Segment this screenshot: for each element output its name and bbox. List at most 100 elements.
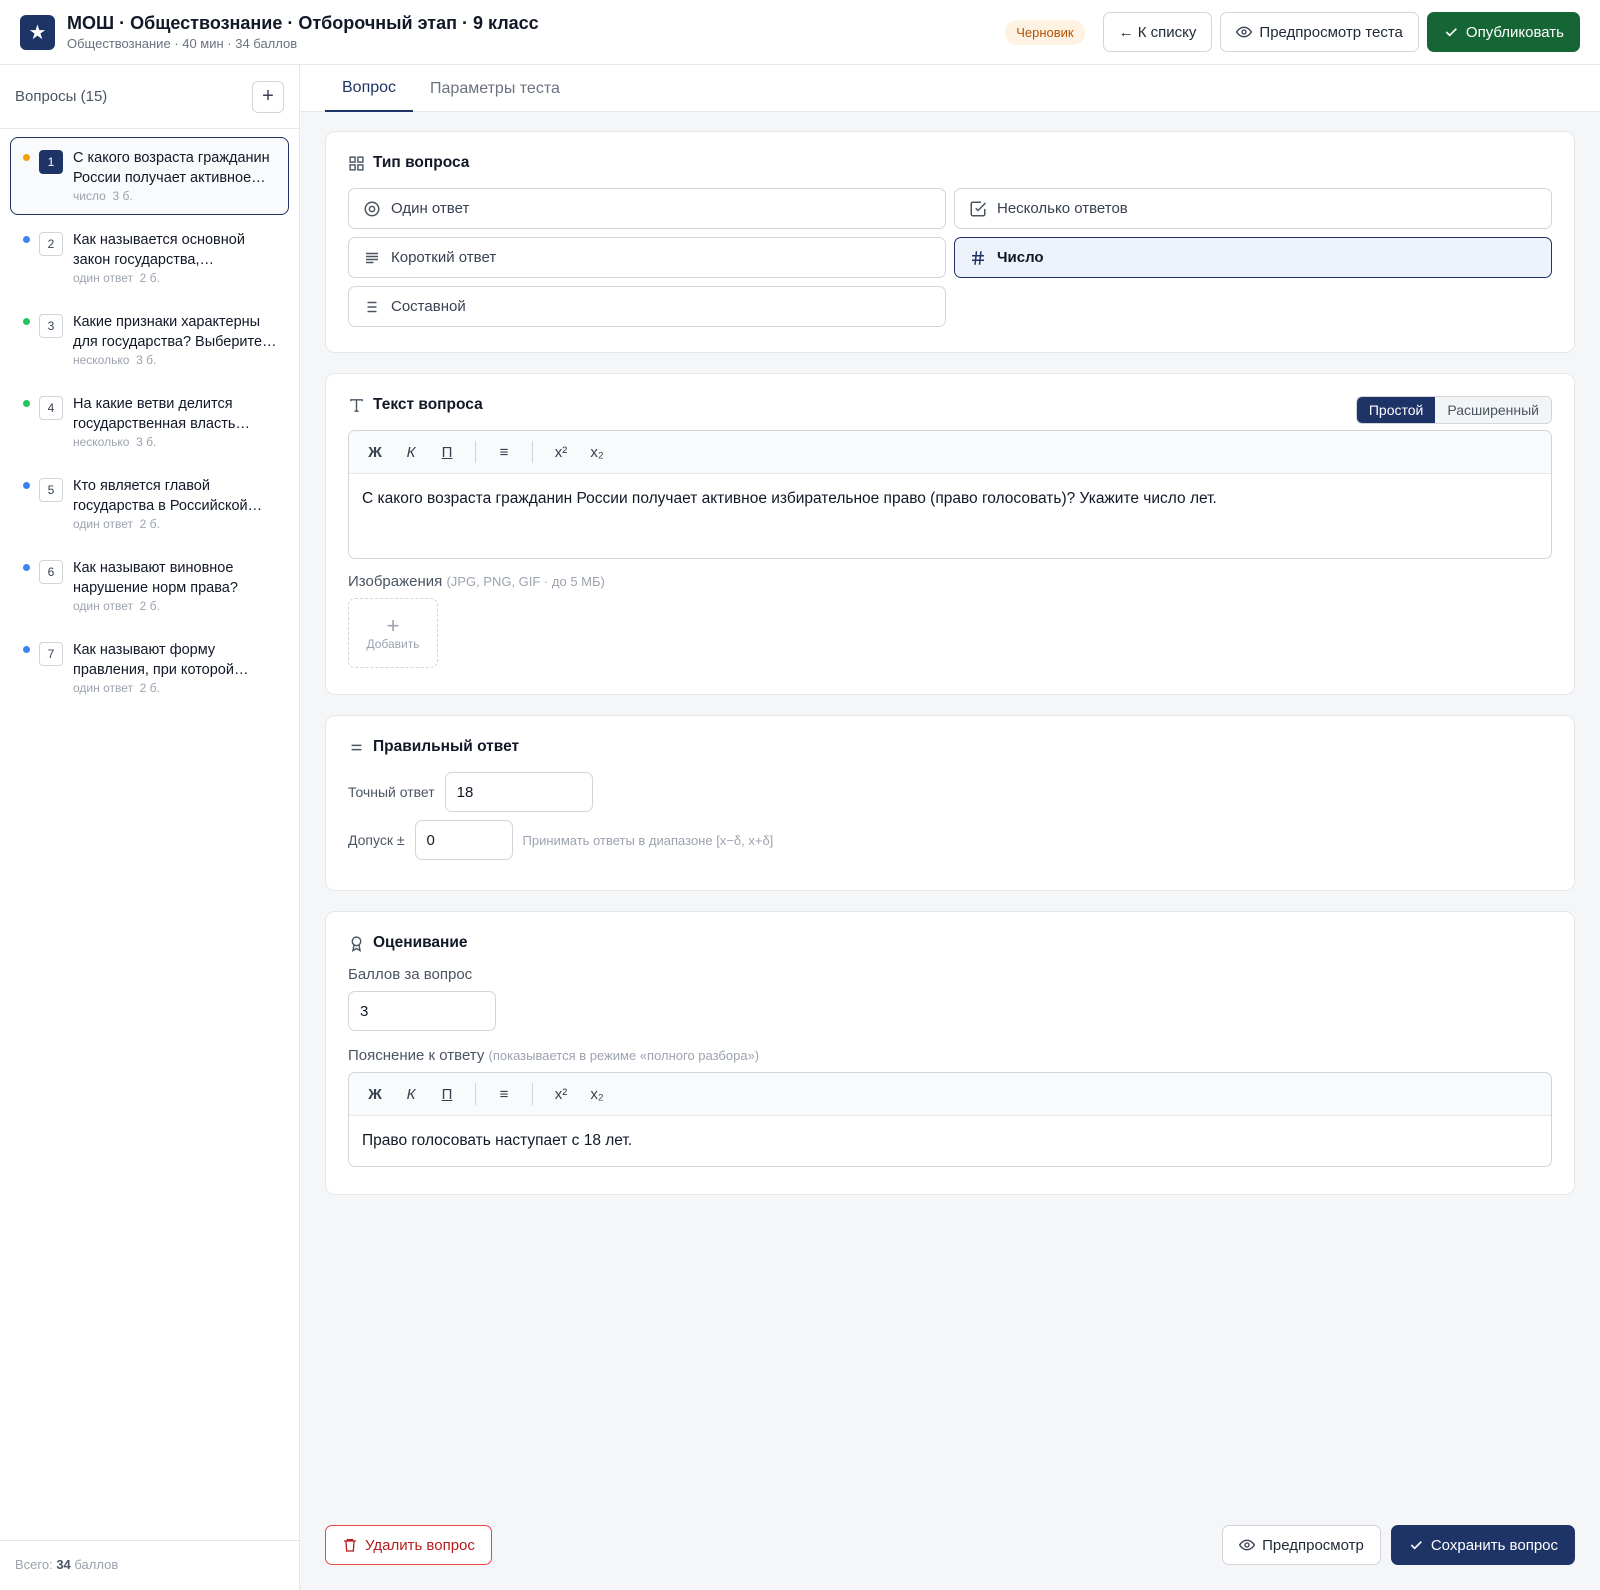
list-button[interactable]: ≡ <box>488 437 520 467</box>
question-type: один ответ <box>73 599 133 613</box>
preview-button[interactable]: Предпросмотр <box>1222 1525 1381 1565</box>
preview-label: Предпросмотр <box>1262 1536 1364 1554</box>
list-item[interactable]: 7 Как называют форму правления, при кото… <box>10 629 289 707</box>
preview-test-button[interactable]: Предпросмотр теста <box>1220 12 1419 52</box>
question-text-input[interactable]: С какого возраста гражданин России получ… <box>349 474 1551 558</box>
list-item[interactable]: 2 Как называется основной закон государс… <box>10 219 289 297</box>
tolerance-input[interactable]: 0 <box>414 820 513 860</box>
preview-test-label: Предпросмотр теста <box>1259 23 1403 41</box>
question-number: 7 <box>39 642 63 666</box>
sidebar-title: Вопросы (15) <box>15 88 108 105</box>
eye-icon <box>1236 26 1253 38</box>
publish-label: Опубликовать <box>1465 23 1564 41</box>
save-question-button[interactable]: Сохранить вопрос <box>1390 1525 1575 1565</box>
exact-answer-input[interactable]: 18 <box>444 772 593 812</box>
delete-question-button[interactable]: Удалить вопрос <box>325 1525 492 1565</box>
checkbox-icon <box>970 201 987 216</box>
list-item[interactable]: 6 Как называют виновное нарушение норм п… <box>10 547 289 625</box>
type-number[interactable]: Число <box>954 237 1552 278</box>
type-short-answer[interactable]: Короткий ответ <box>348 237 946 278</box>
title-block: МОШ · Обществознание · Отборочный этап ·… <box>67 13 1005 51</box>
sidebar-footer: Всего: 34 баллов <box>0 1540 299 1590</box>
type-single-answer[interactable]: Один ответ <box>348 188 946 229</box>
status-dot <box>23 482 30 489</box>
plus-icon: + <box>386 613 400 638</box>
underline-button[interactable]: П <box>431 1079 463 1109</box>
editor-toolbar: Ж К П ≡ x² x₂ <box>349 1073 1551 1116</box>
question-text: Как называется основной закон государств… <box>73 232 245 268</box>
question-points: 2 б. <box>139 271 160 285</box>
question-meta: число 3 б. <box>73 189 278 203</box>
editor-mode-toggle: Простой Расширенный <box>1355 396 1552 424</box>
type-single-label: Один ответ <box>391 200 470 217</box>
publish-button[interactable]: Опубликовать <box>1426 12 1580 52</box>
question-type-title-text: Тип вопроса <box>373 154 470 171</box>
add-image-button[interactable]: + Добавить <box>348 598 438 668</box>
question-type-title: Тип вопроса <box>348 154 1552 172</box>
type-multiple-answers[interactable]: Несколько ответов <box>954 188 1552 229</box>
list-item[interactable]: 5 Кто является главой государства в Росс… <box>10 465 289 543</box>
question-text: С какого возраста гражданин России получ… <box>73 150 270 186</box>
question-text: Как называют виновное нарушение норм пра… <box>73 560 238 596</box>
app-header: ★ МОШ · Обществознание · Отборочный этап… <box>0 0 1600 65</box>
toolbar-divider <box>532 441 533 463</box>
sidebar-header: Вопросы (15) + <box>0 65 299 129</box>
toolbar-divider <box>532 1083 533 1105</box>
editor-main: Вопрос Параметры теста Тип вопроса Один … <box>300 65 1600 1590</box>
question-type: один ответ <box>73 271 133 285</box>
mode-simple-button[interactable]: Простой <box>1356 397 1436 423</box>
total-prefix: Всего: <box>15 1557 57 1572</box>
list-item[interactable]: 4 На какие ветви делится государственная… <box>10 383 289 461</box>
tolerance-row: Допуск ± 0 Принимать ответы в диапазоне … <box>348 820 1552 860</box>
correct-answer-title-text: Правильный ответ <box>373 738 520 755</box>
subscript-button[interactable]: x₂ <box>581 437 613 467</box>
subscript-button[interactable]: x₂ <box>581 1079 613 1109</box>
question-text-card: Текст вопроса Простой Расширенный Ж К П … <box>325 373 1575 695</box>
check-icon <box>1410 1541 1422 1550</box>
question-number: 2 <box>39 232 63 256</box>
page-subtitle: Обществознание · 40 мин · 34 баллов <box>67 36 298 51</box>
superscript-button[interactable]: x² <box>545 1079 577 1109</box>
list-item[interactable]: 3 Какие признаки характерны для государс… <box>10 301 289 379</box>
points-input[interactable]: 3 <box>348 991 496 1031</box>
bold-button[interactable]: Ж <box>359 437 391 467</box>
list-button[interactable]: ≡ <box>488 1079 520 1109</box>
question-points: 3 б. <box>112 189 133 203</box>
superscript-button[interactable]: x² <box>545 437 577 467</box>
question-number: 5 <box>39 478 63 502</box>
grading-card: Оценивание Баллов за вопрос 3 Пояснение … <box>325 911 1575 1195</box>
question-points: 2 б. <box>139 599 160 613</box>
mode-advanced-button[interactable]: Расширенный <box>1435 397 1551 423</box>
grid-icon <box>349 155 364 171</box>
question-points: 3 б. <box>136 435 157 449</box>
question-meta: один ответ 2 б. <box>73 681 278 695</box>
add-image-label: Добавить <box>366 637 420 651</box>
type-number-label: Число <box>997 249 1044 266</box>
back-to-list-button[interactable]: ← К списку <box>1102 12 1213 52</box>
delete-question-label: Удалить вопрос <box>365 1536 475 1554</box>
status-badge: Черновик <box>1005 19 1085 45</box>
right-actions: Предпросмотр Сохранить вопрос <box>1222 1525 1575 1565</box>
tab-question[interactable]: Вопрос <box>325 65 414 112</box>
explanation-editor: Ж К П ≡ x² x₂ Право голосовать наступает… <box>348 1072 1552 1167</box>
status-dot <box>23 646 30 653</box>
bold-button[interactable]: Ж <box>359 1079 391 1109</box>
question-meta: один ответ 2 б. <box>73 517 278 531</box>
tolerance-hint: Принимать ответы в диапазоне [x−δ, x+δ] <box>522 832 774 848</box>
tab-test-settings[interactable]: Параметры теста <box>413 65 577 112</box>
add-question-button[interactable]: + <box>252 80 284 113</box>
italic-button[interactable]: К <box>395 437 427 467</box>
italic-button[interactable]: К <box>395 1079 427 1109</box>
type-composite[interactable]: Составной <box>348 286 946 327</box>
list-item[interactable]: 1 С какого возраста гражданин России пол… <box>10 137 289 215</box>
question-points: 2 б. <box>139 681 160 695</box>
question-meta: один ответ 2 б. <box>73 599 278 613</box>
underline-button[interactable]: П <box>431 437 463 467</box>
question-list: 1 С какого возраста гражданин России пол… <box>0 129 299 719</box>
explanation-hint: (показывается в режиме «полного разбора»… <box>488 1048 760 1063</box>
list-icon <box>367 301 377 312</box>
question-points: 2 б. <box>139 517 160 531</box>
explanation-label: Пояснение к ответу <box>348 1047 485 1064</box>
explanation-input[interactable]: Право голосовать наступает с 18 лет. <box>349 1116 1551 1166</box>
images-hint: (JPG, PNG, GIF · до 5 МБ) <box>446 574 605 589</box>
